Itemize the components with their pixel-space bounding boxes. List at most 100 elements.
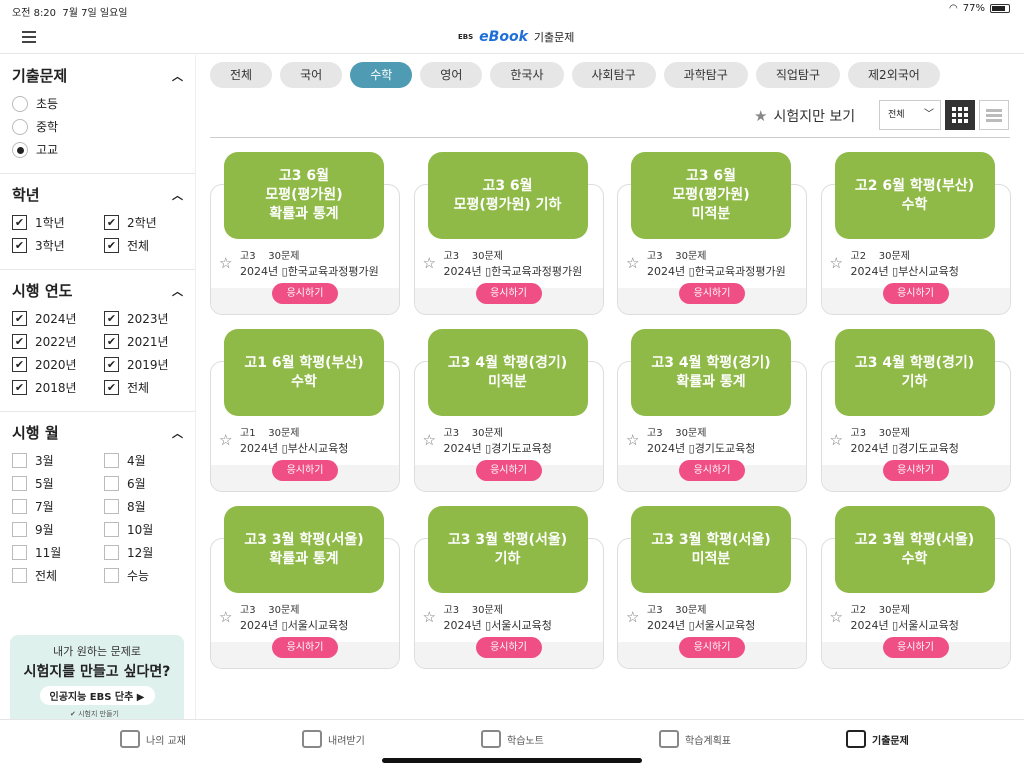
card-org: 한국교육과정평가원	[491, 265, 583, 278]
checkbox-month[interactable]: 4월	[104, 449, 184, 472]
checkbox-month[interactable]: 5월	[12, 472, 104, 495]
checkbox-year[interactable]: ✔ 2019년	[104, 353, 184, 376]
checkbox-icon: ✔	[12, 380, 27, 395]
favorites-only-toggle[interactable]: ★ 시험지만 보기	[754, 106, 855, 126]
nav-download[interactable]: 내려받기	[302, 730, 365, 748]
take-exam-button[interactable]: 응시하기	[475, 637, 542, 658]
star-outline-icon[interactable]: ☆	[830, 608, 843, 626]
ai-banner[interactable]: 내가 원하는 문제로 시험지를 만들고 싶다면? 인공지능 EBS 단추 ▶ ✔…	[10, 635, 184, 719]
exam-card[interactable]: 고3 3월 학평(서울) 확률과 통계 ☆ 고3 30문제 2024년 ▯서울시교육청…	[210, 506, 400, 669]
checkbox-grade-all[interactable]: ✔ 전체	[104, 234, 184, 257]
checkbox-month[interactable]: 3월	[12, 449, 104, 472]
take-exam-button[interactable]: 응시하기	[679, 460, 745, 481]
checkbox-month[interactable]: 8월	[104, 495, 184, 518]
tab-vocational[interactable]: 직업탐구	[755, 62, 841, 88]
star-outline-icon[interactable]: ☆	[423, 431, 436, 449]
take-exam-button[interactable]: 응시하기	[882, 283, 949, 304]
take-exam-button[interactable]: 응시하기	[679, 283, 745, 304]
chevron-up-icon[interactable]: ︿	[172, 283, 183, 299]
checkbox-month[interactable]: 7월	[12, 495, 104, 518]
tab-english[interactable]: 영어	[420, 62, 483, 88]
nav-past-exams[interactable]: 기출문제	[846, 730, 909, 748]
chevron-up-icon[interactable]: ︿	[172, 187, 183, 203]
checkbox-month[interactable]: 12월	[104, 541, 184, 564]
card-meta: 고3 30문제 2024년 ▯서울시교육청	[240, 601, 348, 633]
take-exam-button[interactable]: 응시하기	[475, 283, 542, 304]
exam-card[interactable]: 고3 6월 모평(평가원) 미적분 ☆ 고3 30문제 2024년 ▯한국교육과정평가…	[617, 152, 807, 315]
take-exam-button[interactable]: 응시하기	[475, 460, 542, 481]
list-view-button[interactable]	[979, 100, 1009, 130]
checkbox-year[interactable]: ✔ 2020년	[12, 353, 104, 376]
nav-study-plan[interactable]: 학습계획표	[659, 730, 731, 748]
menu-icon[interactable]	[22, 31, 36, 46]
checkbox-month-suneung[interactable]: 수능	[104, 564, 184, 587]
take-exam-button[interactable]: 응시하기	[679, 637, 745, 658]
radio-middle[interactable]: 중학	[12, 115, 183, 138]
card-year: 2024년	[443, 619, 482, 632]
tab-science[interactable]: 과학탐구	[663, 62, 748, 88]
tab-korean-history[interactable]: 한국사	[490, 62, 564, 88]
take-exam-button[interactable]: 응시하기	[882, 460, 949, 481]
filter-select[interactable]: 전체 ﹀	[879, 100, 941, 130]
checkbox-month[interactable]: 11월	[12, 541, 104, 564]
star-outline-icon[interactable]: ☆	[219, 608, 232, 626]
take-exam-button[interactable]: 응시하기	[272, 283, 338, 304]
checkbox-grade-2[interactable]: ✔ 2학년	[104, 211, 184, 234]
checkbox-label: 2023년	[127, 312, 169, 326]
exam-card[interactable]: 고3 6월 모평(평가원) 확률과 통계 ☆ 고3 30문제 2024년 ▯한국교육과…	[210, 152, 400, 315]
star-outline-icon[interactable]: ☆	[219, 431, 232, 449]
banner-cta[interactable]: 인공지능 EBS 단추 ▶	[39, 686, 155, 705]
radio-elementary[interactable]: 초등	[12, 92, 183, 115]
star-outline-icon[interactable]: ☆	[830, 254, 843, 272]
chevron-up-icon[interactable]: ︿	[172, 68, 183, 84]
star-outline-icon[interactable]: ☆	[626, 254, 639, 272]
checkbox-month-all[interactable]: 전체	[12, 564, 104, 587]
star-outline-icon[interactable]: ☆	[423, 254, 436, 272]
checkbox-month[interactable]: 6월	[104, 472, 184, 495]
star-outline-icon[interactable]: ☆	[626, 431, 639, 449]
checkbox-year[interactable]: ✔ 2023년	[104, 307, 184, 330]
tab-second-language[interactable]: 제2외국어	[848, 62, 940, 88]
chevron-up-icon[interactable]: ︿	[172, 425, 183, 441]
select-value: 전체	[888, 110, 905, 120]
battery-text: 77%	[962, 3, 985, 14]
radio-high[interactable]: 고교	[12, 138, 183, 161]
download-icon	[302, 730, 322, 748]
checkbox-label: 2018년	[35, 381, 77, 395]
tab-korean[interactable]: 국어	[280, 62, 343, 88]
brand-small: EBS	[458, 33, 474, 41]
star-outline-icon[interactable]: ☆	[423, 608, 436, 626]
nav-study-note[interactable]: 학습노트	[481, 730, 544, 748]
take-exam-button[interactable]: 응시하기	[882, 637, 949, 658]
checkbox-year[interactable]: ✔ 2024년	[12, 307, 104, 330]
checkbox-year-all[interactable]: ✔ 전체	[104, 376, 184, 399]
exam-card[interactable]: 고3 4월 학평(경기) 확률과 통계 ☆ 고3 30문제 2024년 ▯경기도교육청…	[617, 329, 807, 492]
take-exam-button[interactable]: 응시하기	[272, 460, 338, 481]
tab-social[interactable]: 사회탐구	[571, 62, 656, 88]
star-outline-icon[interactable]: ☆	[219, 254, 232, 272]
tab-math[interactable]: 수학	[350, 62, 413, 88]
exam-card[interactable]: 고3 4월 학평(경기) 기하 ☆ 고3 30문제 2024년 ▯경기도교육청 응시하기	[820, 329, 1011, 492]
card-grade: 고2	[850, 605, 867, 616]
card-count: 30문제	[675, 251, 707, 262]
checkbox-grade-1[interactable]: ✔ 1학년	[12, 211, 104, 234]
tab-all[interactable]: 전체	[210, 62, 273, 88]
checkbox-year[interactable]: ✔ 2018년	[12, 376, 104, 399]
star-outline-icon[interactable]: ☆	[626, 608, 639, 626]
checkbox-year[interactable]: ✔ 2022년	[12, 330, 104, 353]
exam-card[interactable]: 고2 3월 학평(서울) 수학 ☆ 고2 30문제 2024년 ▯서울시교육청 응시하기	[820, 506, 1011, 669]
exam-card[interactable]: 고3 4월 학평(경기) 미적분 ☆ 고3 30문제 2024년 ▯경기도교육청 응시하…	[413, 329, 604, 492]
checkbox-month[interactable]: 9월	[12, 518, 104, 541]
take-exam-button[interactable]: 응시하기	[272, 637, 338, 658]
checkbox-month[interactable]: 10월	[104, 518, 184, 541]
exam-card[interactable]: 고1 6월 학평(부산) 수학 ☆ 고1 30문제 2024년 ▯부산시교육청 응시하기	[210, 329, 400, 492]
exam-card[interactable]: 고3 6월 모평(평가원) 기하 ☆ 고3 30문제 2024년 ▯한국교육과정평가원…	[413, 152, 604, 315]
star-outline-icon[interactable]: ☆	[830, 431, 843, 449]
nav-my-books[interactable]: 나의 교재	[120, 730, 186, 748]
checkbox-year[interactable]: ✔ 2021년	[104, 330, 184, 353]
grid-view-button[interactable]	[945, 100, 975, 130]
exam-card[interactable]: 고3 3월 학평(서울) 기하 ☆ 고3 30문제 2024년 ▯서울시교육청 응시하기	[413, 506, 604, 669]
checkbox-grade-3[interactable]: ✔ 3학년	[12, 234, 104, 257]
exam-card[interactable]: 고3 3월 학평(서울) 미적분 ☆ 고3 30문제 2024년 ▯서울시교육청 응시하…	[617, 506, 807, 669]
exam-card[interactable]: 고2 6월 학평(부산) 수학 ☆ 고2 30문제 2024년 ▯부산시교육청 응시하기	[820, 152, 1011, 315]
